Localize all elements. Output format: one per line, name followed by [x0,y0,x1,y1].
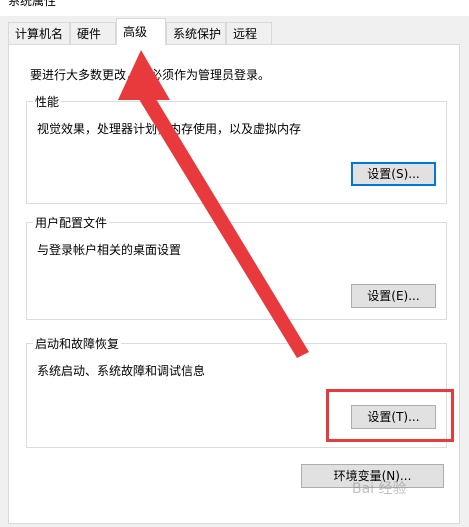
tab-hardware[interactable]: 硬件 [70,22,116,44]
user-profiles-group-title: 用户配置文件 [33,214,110,231]
tab-system-protection[interactable]: 系统保护 [166,22,226,44]
user-profiles-settings-button[interactable]: 设置(E)... [351,284,436,308]
annotation-highlight-box [326,389,454,442]
tab-advanced[interactable]: 高级 [116,18,166,45]
tab-label: 硬件 [77,27,102,41]
window-title-cut: 系统属性 [8,0,57,8]
startup-recovery-group-title: 启动和故障恢复 [33,335,122,352]
performance-settings-button[interactable]: 设置(S)... [351,162,436,186]
performance-group-title: 性能 [33,93,62,110]
tab-remote[interactable]: 远程 [226,22,272,44]
tab-label: 计算机名 [15,27,64,41]
watermark-text: Bai 经验 [352,481,407,497]
admin-notice: 要进行大多数更改，你必须作为管理员登录。 [30,68,271,82]
performance-settings-label: 设置(S)... [367,167,420,181]
window-title-strip: 系统属性 [0,0,469,16]
performance-description: 视觉效果，处理器计划，内存使用，以及虚拟内存 [37,122,302,136]
tab-label: 高级 [123,25,148,39]
performance-group: 性能 视觉效果，处理器计划，内存使用，以及虚拟内存 [26,93,447,204]
tab-label: 系统保护 [173,27,222,41]
startup-recovery-description: 系统启动、系统故障和调试信息 [37,364,206,378]
tab-label: 远程 [233,27,258,41]
tab-computer-name[interactable]: 计算机名 [8,22,70,44]
user-profiles-description: 与登录帐户相关的桌面设置 [37,243,182,257]
user-profiles-settings-label: 设置(E)... [367,289,420,303]
